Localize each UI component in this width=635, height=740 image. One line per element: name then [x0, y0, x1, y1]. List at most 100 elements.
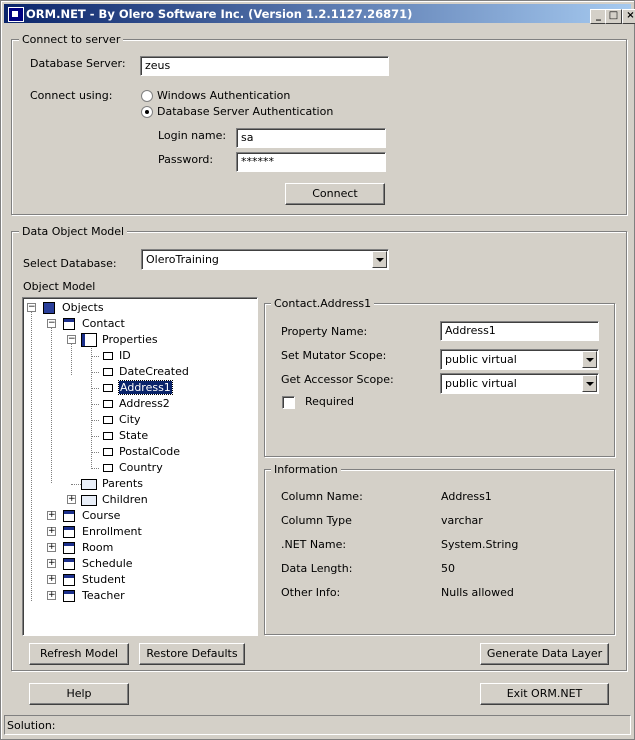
tree-node-property[interactable]: City	[89, 412, 239, 428]
database-select[interactable]: OleroTraining	[141, 249, 389, 270]
chevron-down-icon[interactable]	[372, 251, 387, 268]
property-icon	[103, 448, 113, 456]
accessor-scope-label: Get Accessor Scope:	[281, 373, 394, 386]
tree-node-label[interactable]: Contact	[82, 317, 125, 330]
tree-node-label[interactable]: Schedule	[82, 557, 133, 570]
connect-group-title: Connect to server	[19, 33, 124, 46]
refresh-model-button[interactable]: Refresh Model	[29, 643, 129, 665]
entity-icon	[63, 590, 75, 602]
tree-node-label[interactable]: Properties	[102, 333, 158, 346]
tree-node-entity[interactable]: + Student	[47, 572, 227, 588]
tree-node-property-selected[interactable]: Address1	[89, 380, 239, 396]
tree-node-entity[interactable]: + Room	[47, 540, 227, 556]
tree-node-label[interactable]: Student	[82, 573, 125, 586]
generate-data-layer-button[interactable]: Generate Data Layer	[480, 643, 609, 665]
expand-icon[interactable]: +	[47, 575, 56, 584]
info-value: varchar	[441, 514, 483, 527]
tree-node-parents[interactable]: Parents	[67, 476, 227, 492]
title-bar[interactable]: ORM.NET - By Olero Software Inc. (Versio…	[4, 4, 635, 24]
tree-line	[91, 404, 99, 405]
status-bar: Solution:	[4, 715, 631, 735]
tree-node-property[interactable]: ID	[89, 348, 239, 364]
tree-line	[91, 372, 99, 373]
tree-node-label[interactable]: Enrollment	[82, 525, 142, 538]
info-label: Other Info:	[281, 586, 341, 599]
collapse-icon[interactable]: −	[67, 335, 76, 344]
object-model-label: Object Model	[23, 280, 96, 293]
tree-node-label[interactable]: PostalCode	[119, 445, 180, 458]
tree-node-label[interactable]: Children	[102, 493, 148, 506]
tree-node-contact[interactable]: − Contact	[47, 316, 227, 332]
info-value: Address1	[441, 490, 492, 503]
connect-button[interactable]: Connect	[285, 183, 385, 205]
solution-label: Solution:	[7, 719, 56, 732]
tree-line	[91, 452, 99, 453]
info-value: Nulls allowed	[441, 586, 514, 599]
objects-icon	[43, 302, 55, 314]
tree-node-label[interactable]: ID	[119, 349, 131, 362]
close-button[interactable]: ×	[622, 9, 635, 24]
tree-node-properties[interactable]: − Properties	[67, 332, 227, 348]
tree-node-label[interactable]: State	[119, 429, 148, 442]
property-icon	[103, 368, 113, 376]
tree-node-label[interactable]: Parents	[102, 477, 143, 490]
login-input[interactable]: sa	[236, 128, 386, 148]
tree-node-entity[interactable]: + Schedule	[47, 556, 227, 572]
tree-node-label[interactable]: Course	[82, 509, 120, 522]
tree-node-label[interactable]: DateCreated	[119, 365, 189, 378]
tree-node-label[interactable]: Teacher	[82, 589, 125, 602]
property-icon	[103, 400, 113, 408]
expand-icon[interactable]: +	[47, 559, 56, 568]
required-checkbox[interactable]	[282, 396, 295, 409]
tree-node-property[interactable]: Country	[89, 460, 239, 476]
chevron-down-icon[interactable]	[582, 375, 597, 392]
app-icon	[8, 7, 24, 22]
tree-node-label[interactable]: Objects	[62, 301, 104, 314]
tree-node-entity[interactable]: + Enrollment	[47, 524, 227, 540]
windows-auth-radio[interactable]	[141, 90, 153, 102]
tree-node-entity[interactable]: + Teacher	[47, 588, 227, 604]
information-title: Information	[271, 463, 341, 476]
collapse-icon[interactable]: −	[27, 303, 36, 312]
server-input[interactable]: zeus	[140, 56, 389, 76]
chevron-down-icon[interactable]	[582, 351, 597, 368]
accessor-scope-select[interactable]: public virtual	[440, 373, 599, 394]
tree-node-property[interactable]: PostalCode	[89, 444, 239, 460]
maximize-button[interactable]: □	[605, 9, 622, 24]
tree-node-label[interactable]: Address2	[119, 397, 170, 410]
entity-icon	[63, 574, 75, 586]
windows-auth-label[interactable]: Windows Authentication	[157, 89, 290, 102]
server-auth-radio[interactable]	[141, 106, 153, 118]
main-window: ORM.NET - By Olero Software Inc. (Versio…	[0, 0, 635, 740]
expand-icon[interactable]: +	[67, 495, 76, 504]
collapse-icon[interactable]: −	[47, 319, 56, 328]
property-icon	[103, 464, 113, 472]
mutator-scope-select[interactable]: public virtual	[440, 349, 599, 370]
exit-button[interactable]: Exit ORM.NET	[480, 683, 609, 705]
tree-node-entity[interactable]: + Course	[47, 508, 227, 524]
tree-node-children[interactable]: + Children	[67, 492, 227, 508]
expand-icon[interactable]: +	[47, 543, 56, 552]
property-name-input[interactable]: Address1	[440, 321, 599, 341]
tree-node-label[interactable]: Room	[82, 541, 113, 554]
tree-node-property[interactable]: DateCreated	[89, 364, 239, 380]
tree-node-property[interactable]: State	[89, 428, 239, 444]
expand-icon[interactable]: +	[47, 511, 56, 520]
tree-node-objects[interactable]: − Objects	[27, 300, 227, 316]
tree-line	[31, 311, 32, 601]
window-title: ORM.NET - By Olero Software Inc. (Versio…	[26, 7, 413, 21]
tree-node-label[interactable]: Country	[119, 461, 163, 474]
object-model-tree[interactable]: − Objects − Contact − Properties ID Date…	[22, 297, 258, 636]
restore-defaults-button[interactable]: Restore Defaults	[139, 643, 245, 665]
tree-node-label[interactable]: City	[119, 413, 141, 426]
server-auth-label[interactable]: Database Server Authentication	[157, 105, 333, 118]
tree-node-property[interactable]: Address2	[89, 396, 239, 412]
help-button[interactable]: Help	[29, 683, 129, 705]
expand-icon[interactable]: +	[47, 591, 56, 600]
required-label[interactable]: Required	[305, 395, 354, 408]
expand-icon[interactable]: +	[47, 527, 56, 536]
tree-node-label[interactable]: Address1	[118, 380, 173, 395]
accessor-scope-value: public virtual	[445, 377, 517, 390]
property-icon	[103, 416, 113, 424]
password-input[interactable]: ******	[236, 152, 386, 172]
